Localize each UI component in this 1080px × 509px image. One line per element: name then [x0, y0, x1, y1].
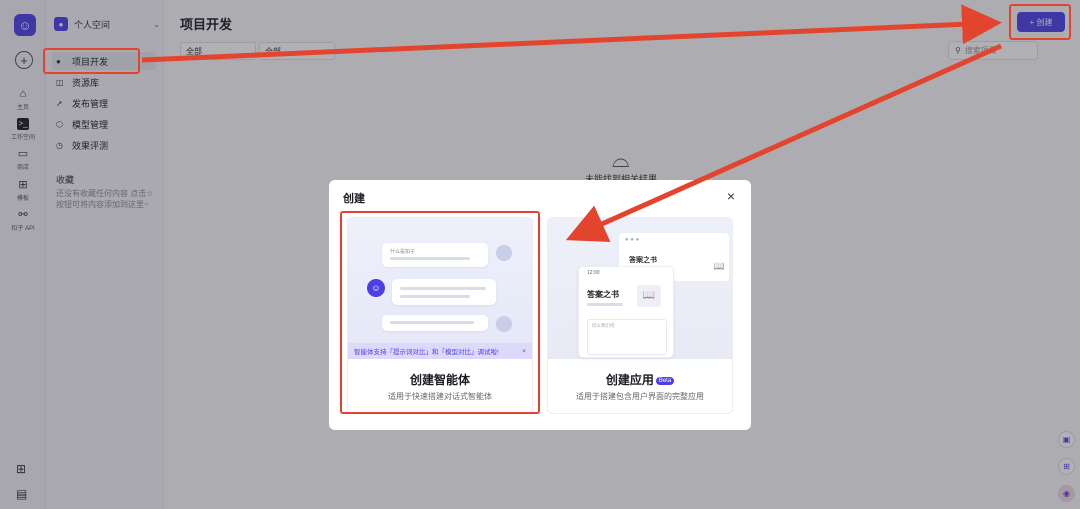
arrow-to-agent-card [565, 43, 1003, 243]
annotation-arrows [141, 4, 1003, 243]
arrow-to-create [141, 4, 1002, 63]
